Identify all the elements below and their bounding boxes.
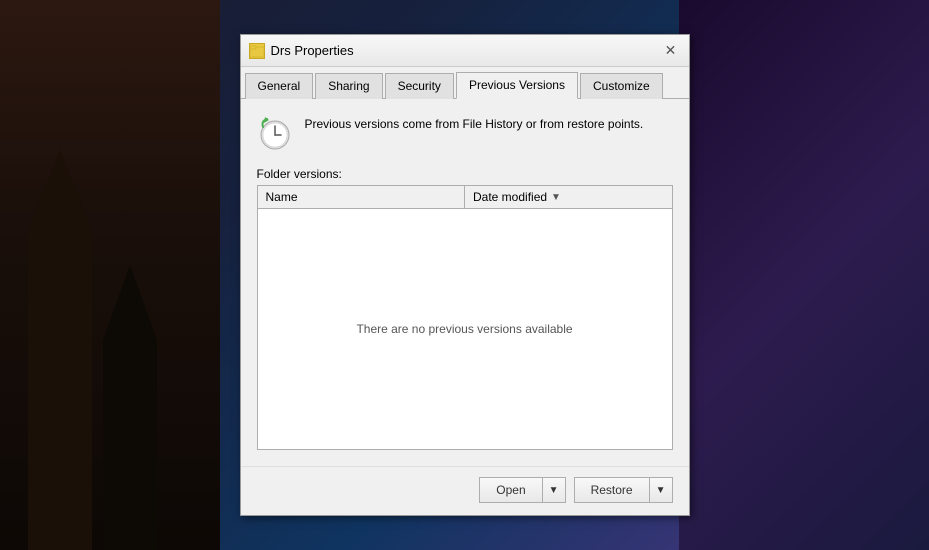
sort-arrow-icon: ▼ — [551, 192, 561, 203]
table-body: There are no previous versions available — [258, 209, 672, 449]
table-header: Name Date modified ▼ — [258, 186, 672, 209]
restore-split-button: Restore ▼ — [574, 477, 673, 503]
tab-sharing[interactable]: Sharing — [315, 73, 382, 99]
tab-bar: General Sharing Security Previous Versio… — [241, 67, 689, 99]
folder-icon — [249, 43, 265, 59]
tab-security[interactable]: Security — [385, 73, 454, 99]
versions-table: Name Date modified ▼ There are no previo… — [257, 185, 673, 450]
info-text: Previous versions come from File History… — [305, 115, 644, 133]
dialog-content: Previous versions come from File History… — [241, 99, 689, 466]
open-split-button: Open ▼ — [479, 477, 565, 503]
restore-dropdown-button[interactable]: ▼ — [650, 477, 673, 503]
no-versions-message: There are no previous versions available — [356, 322, 572, 336]
close-button[interactable]: ✕ — [661, 41, 681, 61]
open-dropdown-button[interactable]: ▼ — [543, 477, 566, 503]
button-bar: Open ▼ Restore ▼ — [241, 466, 689, 515]
col-name-header[interactable]: Name — [258, 186, 466, 208]
col-date-header[interactable]: Date modified ▼ — [465, 186, 672, 208]
properties-dialog: Drs Properties ✕ General Sharing Securit… — [240, 34, 690, 516]
restore-button[interactable]: Restore — [574, 477, 650, 503]
dialog-title: Drs Properties — [271, 43, 354, 58]
info-row: Previous versions come from File History… — [257, 115, 673, 151]
folder-versions-label: Folder versions: — [257, 167, 673, 181]
background-left — [0, 0, 220, 550]
tab-previous-versions[interactable]: Previous Versions — [456, 72, 578, 99]
open-button[interactable]: Open — [479, 477, 542, 503]
tab-customize[interactable]: Customize — [580, 73, 663, 99]
title-bar: Drs Properties ✕ — [241, 35, 689, 67]
tab-general[interactable]: General — [245, 73, 314, 99]
col-date-label: Date modified — [473, 190, 547, 204]
title-bar-left: Drs Properties — [249, 43, 354, 59]
history-icon — [257, 115, 293, 151]
dialog-container: Drs Properties ✕ General Sharing Securit… — [240, 34, 690, 516]
background-right — [679, 0, 929, 550]
